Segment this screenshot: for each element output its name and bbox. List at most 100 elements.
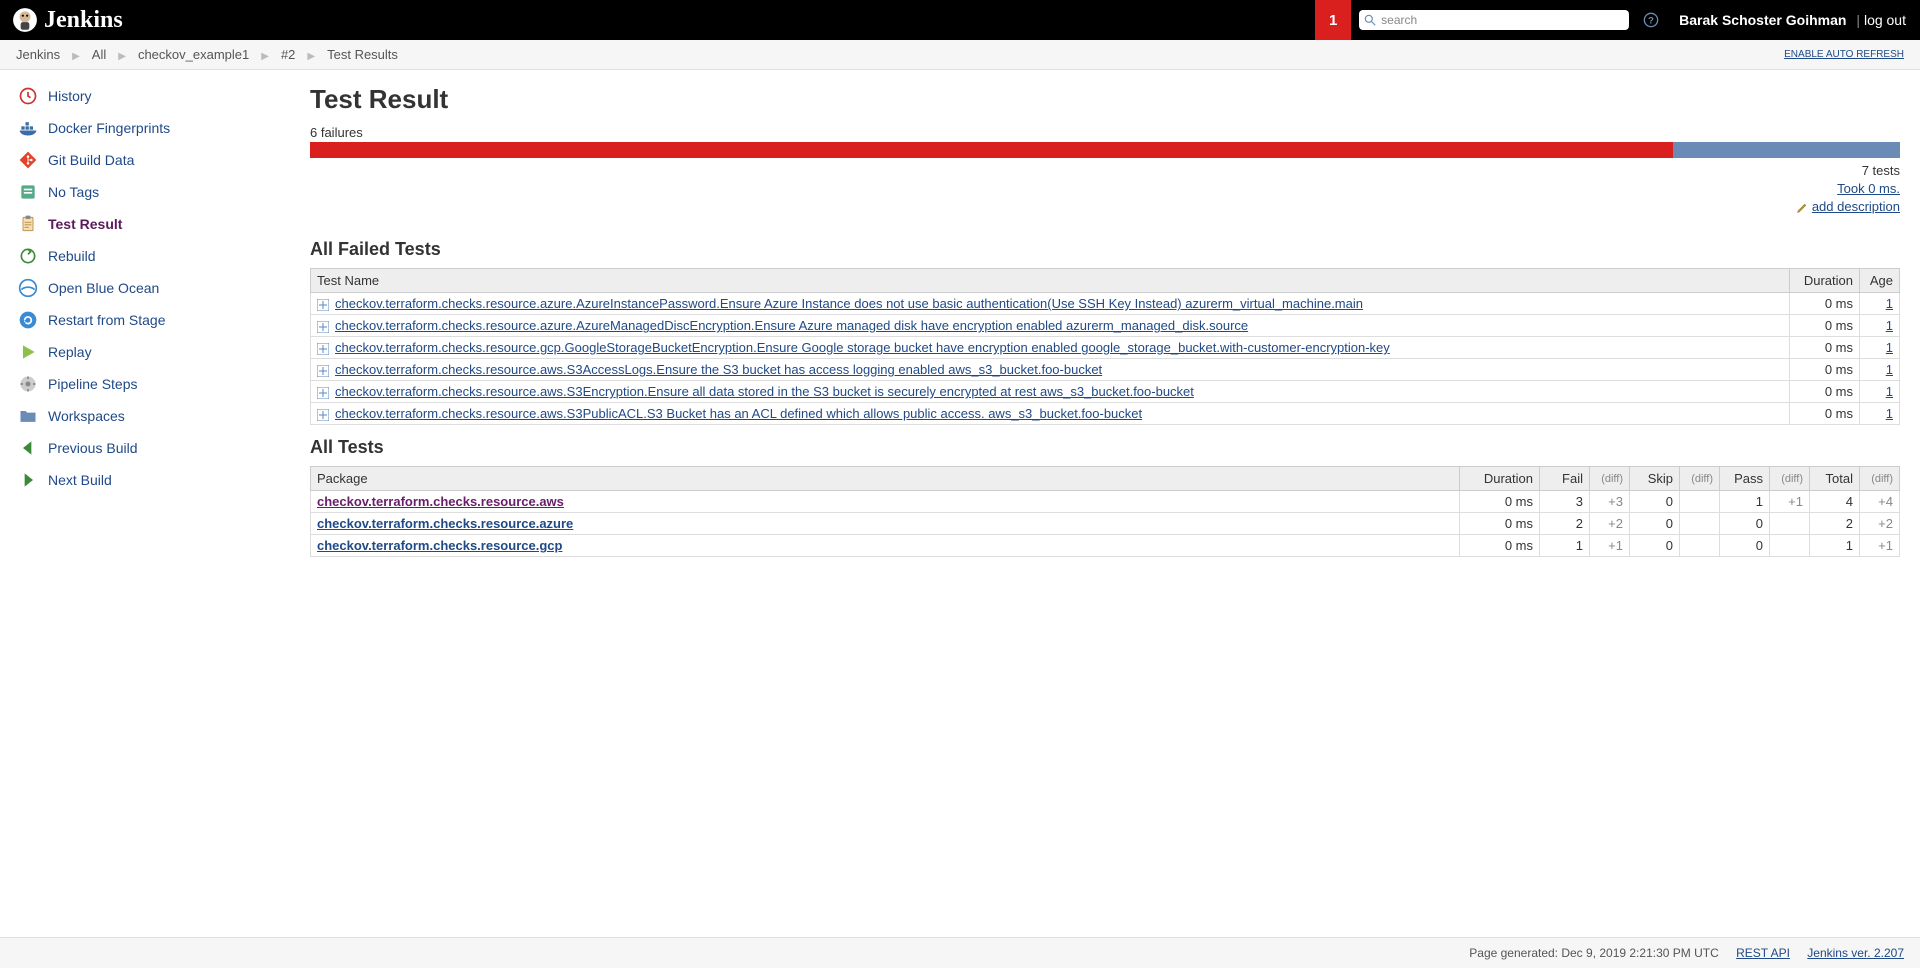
help-icon[interactable]: ?: [1643, 12, 1659, 28]
total-tests: 7 tests: [310, 162, 1900, 180]
result-bar: [310, 142, 1900, 158]
package-link[interactable]: checkov.terraform.checks.resource.aws: [317, 494, 564, 509]
cell-pass: 0: [1720, 513, 1770, 535]
user-name[interactable]: Barak Schoster Goihman: [1679, 12, 1846, 28]
pipeline-icon: [18, 374, 38, 394]
cell-total: 1: [1810, 535, 1860, 557]
col-duration2[interactable]: Duration: [1460, 467, 1540, 491]
sidebar-item-pipeline-steps[interactable]: Pipeline Steps: [0, 368, 290, 400]
age-link[interactable]: 1: [1886, 384, 1893, 399]
all-tests-heading: All Tests: [310, 437, 1900, 458]
table-row: checkov.terraform.checks.resource.azure.…: [311, 315, 1900, 337]
docker-icon: [18, 118, 38, 138]
sidebar-item-label: Open Blue Ocean: [48, 280, 159, 296]
expand-icon[interactable]: [317, 365, 329, 377]
notags-icon: [18, 182, 38, 202]
chevron-right-icon: ▶: [72, 51, 80, 62]
sidebar-item-git-build-data[interactable]: Git Build Data: [0, 144, 290, 176]
main-content: Test Result 6 failures 7 tests Took 0 ms…: [290, 70, 1920, 937]
expand-icon[interactable]: [317, 321, 329, 333]
col-total[interactable]: Total: [1810, 467, 1860, 491]
cell-skip-diff: [1680, 513, 1720, 535]
logout-link[interactable]: log out: [1864, 12, 1906, 28]
age-link[interactable]: 1: [1886, 340, 1893, 355]
col-duration[interactable]: Duration: [1790, 269, 1860, 293]
sidebar-item-next-build[interactable]: Next Build: [0, 464, 290, 496]
cell-total: 2: [1810, 513, 1860, 535]
cell-pass: 1: [1720, 491, 1770, 513]
sidebar-item-open-blue-ocean[interactable]: Open Blue Ocean: [0, 272, 290, 304]
col-pass[interactable]: Pass: [1720, 467, 1770, 491]
age-link[interactable]: 1: [1886, 406, 1893, 421]
cell-skip: 0: [1630, 513, 1680, 535]
sidebar-item-label: Git Build Data: [48, 152, 134, 168]
sidebar-item-restart-from-stage[interactable]: Restart from Stage: [0, 304, 290, 336]
age-link[interactable]: 1: [1886, 318, 1893, 333]
logout-wrap: | log out: [1856, 12, 1906, 28]
package-link[interactable]: checkov.terraform.checks.resource.azure: [317, 516, 573, 531]
table-row: checkov.terraform.checks.resource.aws.S3…: [311, 359, 1900, 381]
col-skip[interactable]: Skip: [1630, 467, 1680, 491]
sidebar: HistoryDocker Fingerprints Git Build Data…: [0, 70, 290, 937]
age-link[interactable]: 1: [1886, 362, 1893, 377]
cell-duration: 0 ms: [1790, 381, 1860, 403]
sidebar-item-no-tags[interactable]: No Tags: [0, 176, 290, 208]
breadcrumb-item[interactable]: All: [92, 47, 106, 62]
folder-icon: [18, 406, 38, 426]
failed-test-link[interactable]: checkov.terraform.checks.resource.aws.S3…: [335, 384, 1194, 399]
replay-icon: [18, 342, 38, 362]
failed-test-link[interactable]: checkov.terraform.checks.resource.aws.S3…: [335, 362, 1102, 377]
expand-icon[interactable]: [317, 299, 329, 311]
breadcrumb-item[interactable]: Jenkins: [16, 47, 60, 62]
expand-icon[interactable]: [317, 343, 329, 355]
sidebar-item-test-result[interactable]: Test Result: [0, 208, 290, 240]
sidebar-item-label: Replay: [48, 344, 92, 360]
sidebar-item-rebuild[interactable]: Rebuild: [0, 240, 290, 272]
footer-rest-api[interactable]: REST API: [1736, 946, 1790, 960]
breadcrumb-item[interactable]: checkov_example1: [138, 47, 249, 62]
age-link[interactable]: 1: [1886, 296, 1893, 311]
expand-icon[interactable]: [317, 409, 329, 421]
sidebar-item-previous-build[interactable]: Previous Build: [0, 432, 290, 464]
col-skip-diff: (diff): [1680, 467, 1720, 491]
failed-test-link[interactable]: checkov.terraform.checks.resource.gcp.Go…: [335, 340, 1390, 355]
sidebar-item-label: No Tags: [48, 184, 99, 200]
sidebar-item-workspaces[interactable]: Workspaces: [0, 400, 290, 432]
pencil-icon: [1796, 201, 1809, 214]
failed-tests-table: Test Name Duration Age checkov.terraform…: [310, 268, 1900, 425]
breadcrumb-item[interactable]: Test Results: [327, 47, 398, 62]
footer-generated: Page generated: Dec 9, 2019 2:21:30 PM U…: [1469, 946, 1719, 960]
chevron-right-icon: ▶: [118, 51, 126, 62]
took-link[interactable]: Took 0 ms.: [1837, 181, 1900, 196]
svg-text:?: ?: [1648, 15, 1654, 25]
sidebar-item-label: Next Build: [48, 472, 112, 488]
breadcrumb-item[interactable]: #2: [281, 47, 295, 62]
sidebar-item-docker-fingerprints[interactable]: Docker Fingerprints: [0, 112, 290, 144]
rebuild-icon: [18, 246, 38, 266]
sidebar-item-label: Pipeline Steps: [48, 376, 138, 392]
cell-pass-diff: [1770, 513, 1810, 535]
cell-duration: 0 ms: [1460, 513, 1540, 535]
all-failed-heading: All Failed Tests: [310, 239, 1900, 260]
failed-test-link[interactable]: checkov.terraform.checks.resource.azure.…: [335, 318, 1248, 333]
footer-version[interactable]: Jenkins ver. 2.207: [1807, 946, 1904, 960]
sidebar-item-history[interactable]: History: [0, 80, 290, 112]
enable-auto-refresh[interactable]: ENABLE AUTO REFRESH: [1784, 49, 1904, 60]
failed-test-link[interactable]: checkov.terraform.checks.resource.azure.…: [335, 296, 1363, 311]
add-description-link[interactable]: add description: [1812, 198, 1900, 216]
col-test-name[interactable]: Test Name: [311, 269, 1790, 293]
search-input[interactable]: [1359, 10, 1629, 30]
footer: Page generated: Dec 9, 2019 2:21:30 PM U…: [0, 937, 1920, 968]
col-fail[interactable]: Fail: [1540, 467, 1590, 491]
col-age[interactable]: Age: [1860, 269, 1900, 293]
expand-icon[interactable]: [317, 387, 329, 399]
package-link[interactable]: checkov.terraform.checks.resource.gcp: [317, 538, 562, 553]
failed-test-link[interactable]: checkov.terraform.checks.resource.aws.S3…: [335, 406, 1142, 421]
sidebar-item-label: Rebuild: [48, 248, 95, 264]
jenkins-logo[interactable]: Jenkins: [12, 7, 123, 34]
cell-pass-diff: [1770, 535, 1810, 557]
sidebar-item-label: Previous Build: [48, 440, 138, 456]
notification-badge[interactable]: 1: [1315, 0, 1351, 40]
col-package[interactable]: Package: [311, 467, 1460, 491]
sidebar-item-replay[interactable]: Replay: [0, 336, 290, 368]
